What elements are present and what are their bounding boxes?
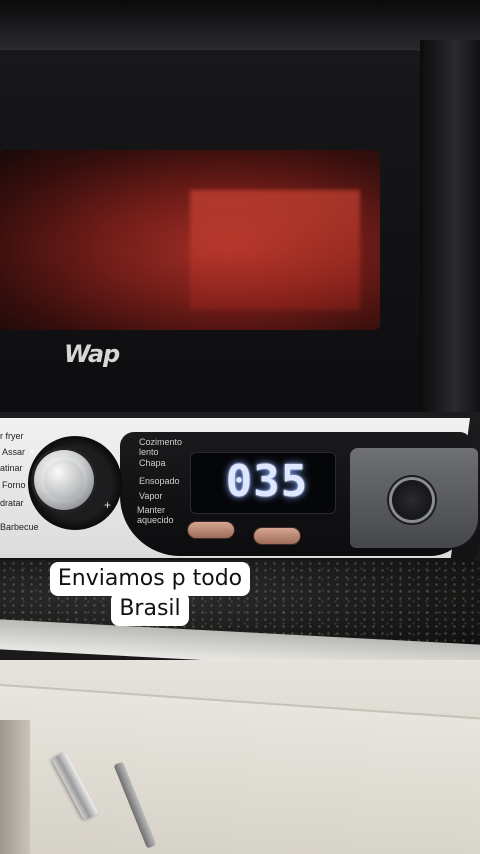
cabinet-seam [0,720,30,854]
oven-heating-glow [190,190,360,310]
brand-logo: Wap [64,340,120,368]
menu-label: Barbecue [0,522,39,532]
mode-label: Manter aquecido [137,505,174,525]
oven-side [420,40,480,420]
timer-digits: 035 [225,456,309,507]
menu-label: r fryer [0,431,24,441]
plus-icon: + [104,498,112,512]
panel-button-left [188,522,234,538]
caption-line-2: Brasil [111,592,189,626]
menu-label: Assar [2,447,26,457]
caption-overlay: Enviamos p todo Brasil [32,562,268,626]
mode-label: Ensopado [139,476,180,486]
mode-label: Vapor [139,491,163,501]
menu-label: Forno [2,480,26,490]
panel-button-right [254,528,300,544]
knob-cap [44,460,84,500]
power-button [392,480,432,520]
indicator-dot [30,449,35,454]
photo-scene: Wap r fryer Assar atinar Forno dratar Ba… [0,0,480,854]
menu-label: dratar [0,498,24,508]
mode-label: Chapa [139,458,166,468]
menu-label: atinar [0,463,23,473]
oven-top [0,0,480,52]
caption-line-1: Enviamos p todo [49,562,251,596]
